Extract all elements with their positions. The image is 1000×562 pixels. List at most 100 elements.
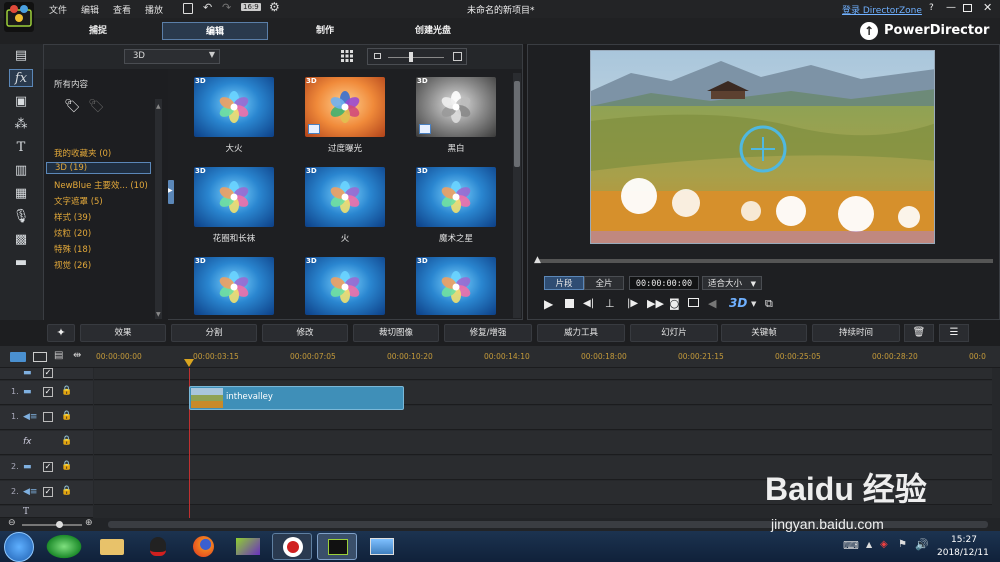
aspect-ratio-select[interactable]: 16:9 <box>241 3 261 11</box>
powerdirector-taskbar-icon[interactable] <box>317 533 357 560</box>
timeline-view-icon[interactable] <box>10 352 26 362</box>
subtitle-room-icon[interactable]: ▬ <box>9 254 33 272</box>
audio-mixing-icon[interactable]: ▦ <box>9 185 33 203</box>
play-icon[interactable]: ▶ <box>544 297 553 311</box>
track-lane[interactable] <box>94 481 992 505</box>
effect-thumbnail[interactable]: 3D <box>416 77 496 137</box>
stop-icon[interactable] <box>565 299 574 308</box>
fix-enhance-button[interactable]: 修复/增强 <box>444 324 532 342</box>
track-lane[interactable] <box>94 431 992 455</box>
keyframe-button[interactable]: 关键帧 <box>721 324 807 342</box>
effect-thumbnail[interactable]: 3D <box>305 257 385 315</box>
effects-button[interactable]: 效果 <box>80 324 166 342</box>
close-button[interactable]: ✕ <box>983 1 992 14</box>
add-tag-icon[interactable]: 🏷 <box>64 99 81 114</box>
grid-view-icon[interactable] <box>341 50 353 62</box>
preview-video[interactable] <box>590 50 935 244</box>
tab-clip[interactable]: 片段 <box>544 276 584 290</box>
track-enable-checkbox[interactable]: ✓ <box>43 368 53 378</box>
particle-room-icon[interactable]: ⁂ <box>9 116 33 134</box>
threed-toggle[interactable]: 3D <box>729 296 747 310</box>
track-enable-checkbox[interactable]: ✓ <box>43 387 53 397</box>
effect-thumbnail[interactable]: 3D <box>305 77 385 137</box>
lock-icon[interactable]: 🔒 <box>61 386 72 396</box>
transition-room-icon[interactable]: ▥ <box>9 162 33 180</box>
flag-icon[interactable]: ⚑ <box>898 539 907 550</box>
crop-image-button[interactable]: 裁切图像 <box>353 324 439 342</box>
video-editor-icon[interactable] <box>228 533 268 560</box>
snapshot-icon[interactable]: ◙ <box>669 297 680 310</box>
category-special[interactable]: 特殊 (18) <box>54 243 91 255</box>
category-newblue[interactable]: NewBlue 主要效... (10) <box>54 179 148 191</box>
magic-tool-icon[interactable]: ✦ <box>47 324 75 342</box>
remove-tag-icon[interactable]: 🏷 <box>88 99 105 114</box>
settings-gear-icon[interactable]: ⚙ <box>269 0 280 14</box>
delete-icon[interactable]: 🗑 <box>904 324 934 342</box>
thumbnail-size-slider[interactable] <box>367 48 467 65</box>
modify-button[interactable]: 修改 <box>262 324 348 342</box>
clock-time[interactable]: 15:27 <box>951 535 977 545</box>
effects-scrollbar[interactable] <box>513 73 521 318</box>
timeline-zoom-bar[interactable]: ⊖ ⊕ <box>0 518 1000 531</box>
tab-movie[interactable]: 全片 <box>584 276 624 290</box>
recorder-icon[interactable] <box>272 533 312 560</box>
fx-room-icon[interactable]: fx <box>9 69 33 87</box>
voiceover-icon[interactable]: 🎙 <box>9 208 33 226</box>
lock-icon[interactable]: 🔒 <box>61 411 72 421</box>
fit-size-select[interactable]: 适合大小 ▼ <box>702 276 762 290</box>
firefox-icon[interactable] <box>183 533 223 560</box>
display-icon[interactable] <box>688 298 699 307</box>
category-scrollbar[interactable]: ▲ ▼ <box>155 99 162 319</box>
undo-icon[interactable]: ↶ <box>203 1 212 14</box>
undock-icon[interactable]: ⧉ <box>765 297 773 311</box>
lock-icon[interactable]: 🔒 <box>61 436 72 446</box>
category-visual[interactable]: 视觉 (26) <box>54 259 91 271</box>
menu-edit[interactable]: 编辑 <box>81 3 99 16</box>
file-explorer-icon[interactable] <box>92 533 132 560</box>
menu-play[interactable]: 播放 <box>145 3 163 16</box>
help-button[interactable]: ? <box>929 3 934 13</box>
effect-thumbnail[interactable]: 3D <box>416 167 496 227</box>
effect-thumbnail[interactable]: 3D <box>194 167 274 227</box>
volume-icon[interactable]: ◀ <box>708 297 716 310</box>
more-tools-icon[interactable]: ☰ <box>939 324 969 342</box>
category-filter-select[interactable]: 3D ▼ <box>124 49 220 64</box>
category-text-mask[interactable]: 文字遮罩 (5) <box>54 195 103 207</box>
tab-edit[interactable]: 编辑 <box>162 22 268 40</box>
tab-create-disc[interactable]: 创建光盘 <box>398 22 468 40</box>
minimize-button[interactable]: — <box>946 2 956 13</box>
menu-file[interactable]: 文件 <box>49 3 67 16</box>
tab-capture[interactable]: 捕捉 <box>63 22 133 40</box>
category-favorites[interactable]: 我的收藏夹 (0) <box>54 147 111 159</box>
fast-forward-icon[interactable]: ▶▶ <box>647 297 664 310</box>
qq-icon[interactable] <box>138 533 178 560</box>
preview-seek-bar[interactable]: ▲ <box>534 255 993 265</box>
timeline-ruler[interactable]: 00:00:00:00 00:00:03:15 00:00:07:05 00:00:1… <box>94 346 992 368</box>
category-particles[interactable]: 炫粒 (20) <box>54 227 91 239</box>
track-enable-checkbox[interactable]: ✓ <box>43 462 53 472</box>
antivirus-icon[interactable]: ◈ <box>880 539 888 550</box>
start-button[interactable] <box>4 532 34 562</box>
fit-timeline-icon[interactable]: ⇹ <box>73 350 81 361</box>
login-link[interactable]: 登录 DirectorZone <box>842 3 922 16</box>
storyboard-view-icon[interactable] <box>33 352 47 362</box>
duration-button[interactable]: 持续时间 <box>812 324 900 342</box>
track-enable-checkbox[interactable] <box>43 412 53 422</box>
tray-expand-icon[interactable]: ▲ <box>866 540 872 549</box>
image-viewer-icon[interactable] <box>362 533 402 560</box>
slideshow-button[interactable]: 幻灯片 <box>630 324 718 342</box>
category-3d[interactable]: 3D (19) <box>46 162 151 174</box>
split-button[interactable]: 分割 <box>171 324 257 342</box>
timecode-display[interactable]: 00:00:00:00 <box>629 276 699 290</box>
split-marker-icon[interactable]: ⊥ <box>605 297 615 310</box>
maximize-button[interactable] <box>963 4 972 12</box>
effect-thumbnail[interactable]: 3D <box>194 257 274 315</box>
clock-date[interactable]: 2018/12/11 <box>937 548 989 558</box>
lock-icon[interactable]: 🔒 <box>61 461 72 471</box>
app-360-icon[interactable] <box>44 533 84 560</box>
track-lane[interactable] <box>94 368 992 380</box>
track-lane[interactable] <box>94 456 992 480</box>
video-clip[interactable]: inthevalley <box>189 386 404 410</box>
title-room-icon[interactable]: T <box>9 139 33 157</box>
effect-thumbnail[interactable]: 3D <box>194 77 274 137</box>
